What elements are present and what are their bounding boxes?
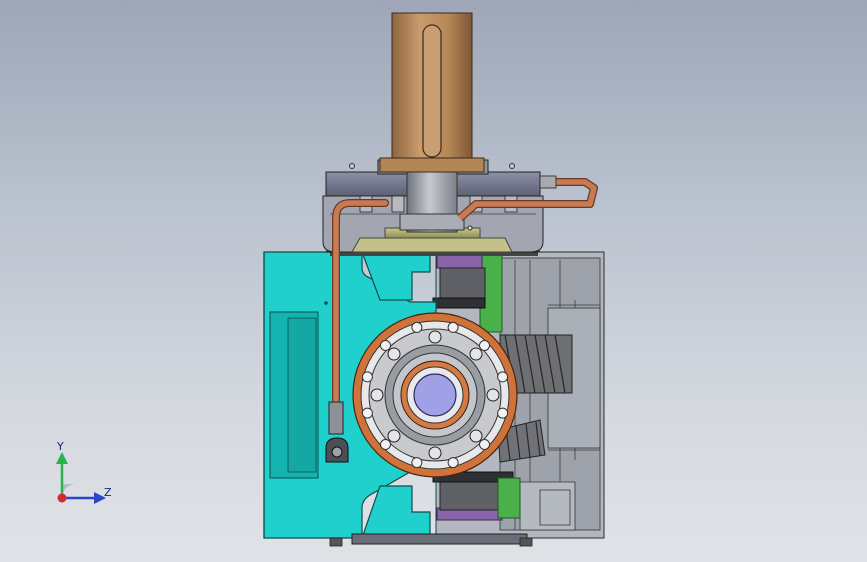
flange-bolt — [411, 321, 423, 333]
triad-z-label: Z — [104, 486, 112, 499]
hub-bolt — [469, 347, 483, 361]
hub-bolt — [469, 429, 483, 443]
flange-bolt — [361, 371, 373, 383]
hub-bolt — [428, 446, 442, 460]
hub-bolt — [387, 429, 401, 443]
flange-bolt — [497, 371, 509, 383]
hub-bolt — [387, 347, 401, 361]
hub-bolt — [370, 388, 384, 402]
graphics-viewport[interactable]: Y Z — [0, 0, 867, 562]
cad-model-view[interactable] — [0, 0, 867, 562]
flange-bolt — [380, 340, 392, 352]
internal-parts-lower — [432, 471, 521, 521]
flange-bolt — [361, 407, 373, 419]
hub-bolt — [428, 330, 442, 344]
flange-bolt — [447, 457, 459, 469]
triad-graphic — [56, 452, 106, 504]
shaft-collar — [399, 171, 465, 233]
flange-bolt — [478, 340, 490, 352]
flange-bolt — [497, 407, 509, 419]
coordinate-triad: Y Z — [40, 440, 130, 520]
bronze-shaft[interactable] — [379, 12, 485, 173]
flange-bolt — [478, 438, 490, 450]
triad-y-label: Y — [57, 440, 64, 453]
flange-bolt — [447, 321, 459, 333]
flange-bolt — [380, 438, 392, 450]
lower-bearing-block — [329, 533, 533, 547]
flange-bolt — [411, 457, 423, 469]
hub-bolt — [486, 388, 500, 402]
